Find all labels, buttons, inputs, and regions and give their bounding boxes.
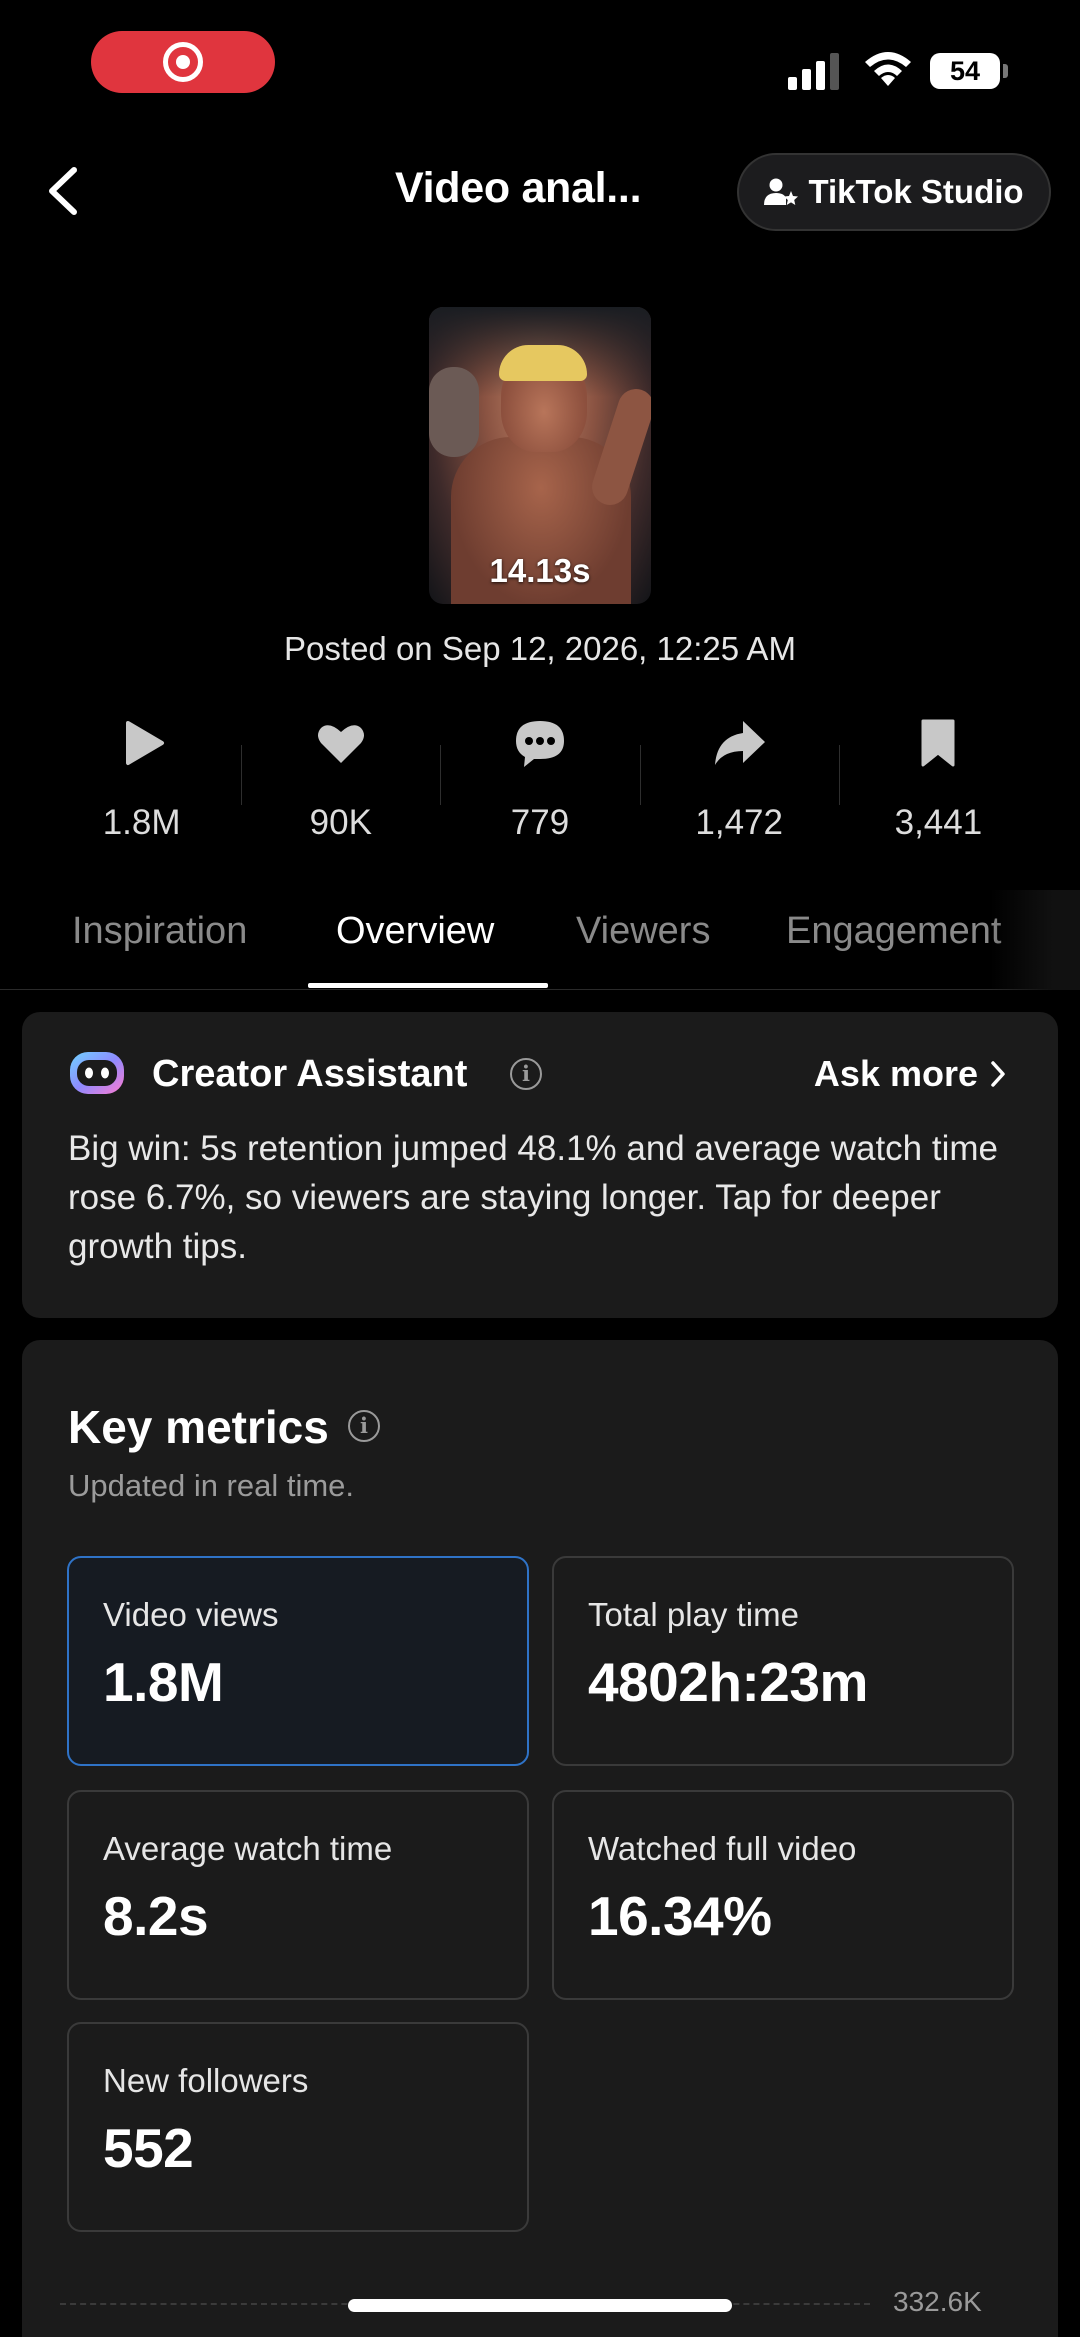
ask-more-label: Ask more <box>813 1053 978 1094</box>
info-icon[interactable]: i <box>348 1410 380 1442</box>
stat-likes: 90K <box>241 715 440 850</box>
tab-inspiration[interactable]: Inspiration <box>72 910 247 953</box>
video-duration: 14.13s <box>489 552 591 589</box>
stat-comments: 779 <box>440 715 639 850</box>
home-indicator[interactable] <box>348 2299 732 2312</box>
stat-value: 1,472 <box>695 803 783 842</box>
comment-icon <box>516 721 564 767</box>
share-icon <box>715 721 766 765</box>
ask-more-button[interactable]: Ask more <box>814 1053 1006 1095</box>
creator-person-icon <box>764 178 799 205</box>
metric-watched-full-video[interactable]: Watched full video 16.34% <box>552 1790 1014 2000</box>
tab-viewers[interactable]: Viewers <box>576 910 710 953</box>
record-dot <box>176 55 190 69</box>
thumb-fighter-hair <box>499 345 587 381</box>
metric-average-watch-time[interactable]: Average watch time 8.2s <box>67 1790 529 2000</box>
video-thumbnail[interactable]: 14.13s <box>429 307 651 604</box>
tab-overview[interactable]: Overview <box>336 910 494 953</box>
stat-value: 90K <box>309 803 372 842</box>
creator-assistant-card[interactable]: Creator Assistant i Ask more Big win: 5s… <box>22 1012 1058 1318</box>
posted-date: Posted on Sep 12, 2026, 12:25 AM <box>284 630 796 667</box>
stat-value: 779 <box>510 803 570 842</box>
analytics-tabs: Inspiration Overview Viewers Engagement <box>0 890 1080 990</box>
metric-total-play-time[interactable]: Total play time 4802h:23m <box>552 1556 1014 1766</box>
stat-value: 1.8M <box>102 803 181 842</box>
stat-saves: 3,441 <box>838 715 1038 850</box>
metric-label: Watched full video <box>588 1830 857 1867</box>
info-icon[interactable]: i <box>510 1058 542 1090</box>
status-bar: 54 <box>0 0 1080 130</box>
stat-views: 1.8M <box>42 715 241 850</box>
metric-label: Average watch time <box>103 1830 393 1867</box>
metric-video-views[interactable]: Video views 1.8M <box>67 1556 529 1766</box>
page-title: Video anal... <box>395 164 642 212</box>
cellular-signal-icon <box>788 52 842 90</box>
active-tab-indicator <box>308 983 548 988</box>
creator-assistant-title: Creator Assistant <box>152 1053 468 1095</box>
metric-label: Total play time <box>588 1596 799 1633</box>
engagement-stats-row: 1.8M 90K 779 1,472 3,441 <box>42 715 1038 850</box>
creator-assistant-message: Big win: 5s retention jumped 48.1% and a… <box>68 1129 998 1266</box>
tiktok-studio-button[interactable]: TikTok Studio <box>737 153 1051 231</box>
heart-icon <box>317 725 364 763</box>
chevron-right-icon <box>991 1061 1005 1087</box>
stat-shares: 1,472 <box>639 715 839 850</box>
metric-value: 4802h:23m <box>588 1651 868 1713</box>
bookmark-icon <box>921 719 955 767</box>
battery-tip <box>1003 64 1008 78</box>
stat-value: 3,441 <box>894 803 983 842</box>
back-arrow-icon[interactable] <box>34 160 90 222</box>
key-metrics-title: Key metrics <box>68 1401 329 1453</box>
play-icon <box>125 721 164 765</box>
metric-value: 1.8M <box>103 1651 224 1713</box>
battery-indicator: 54 <box>930 53 1000 89</box>
metric-label: Video views <box>103 1596 279 1633</box>
tiktok-studio-label: TikTok Studio <box>808 173 1024 210</box>
metric-value: 8.2s <box>103 1885 209 1947</box>
tabs-scroll-fade <box>990 890 1080 990</box>
key-metrics-card: Key metrics i Updated in real time. Vide… <box>22 1340 1058 2337</box>
metric-value: 16.34% <box>588 1885 772 1947</box>
metric-new-followers[interactable]: New followers 552 <box>67 2022 529 2232</box>
metric-value: 552 <box>103 2117 194 2179</box>
wifi-icon <box>865 52 911 86</box>
screen-recording-indicator[interactable] <box>91 31 275 93</box>
chart-axis-label: 332.6K <box>893 2286 982 2317</box>
tab-engagement[interactable]: Engagement <box>786 910 1002 953</box>
key-metrics-subtitle: Updated in real time. <box>68 1468 355 1503</box>
metric-label: New followers <box>103 2062 309 2099</box>
thumb-background-figure <box>429 367 479 457</box>
creator-assistant-robot-icon <box>70 1052 124 1094</box>
